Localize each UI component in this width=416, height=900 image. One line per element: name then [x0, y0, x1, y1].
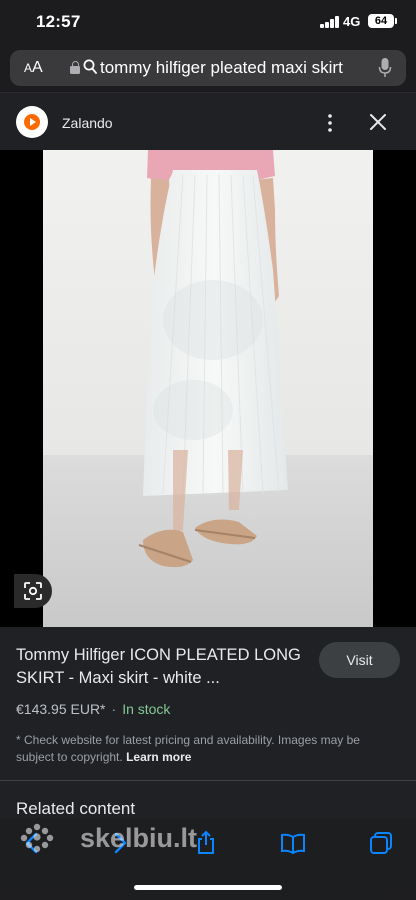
- stock-status: In stock: [122, 701, 171, 717]
- browser-toolbar: skelbiu.lt: [0, 818, 416, 900]
- bookmarks-icon[interactable]: [280, 830, 306, 856]
- close-icon[interactable]: [369, 113, 387, 131]
- product-price: €143.95 EUR*: [16, 701, 106, 717]
- signal-icon: [320, 16, 340, 28]
- watermark-text: skelbiu.lt: [80, 823, 198, 853]
- home-indicator[interactable]: [134, 885, 282, 890]
- visit-button[interactable]: Visit: [319, 642, 400, 678]
- status-time: 12:57: [36, 12, 81, 31]
- divider: [0, 780, 416, 781]
- learn-more-link[interactable]: Learn more: [126, 750, 191, 764]
- separator-dot: ·: [111, 701, 117, 717]
- search-query[interactable]: tommy hilfiger pleated maxi skirt: [100, 58, 343, 78]
- disclaimer: * Check website for latest pricing and a…: [16, 732, 376, 766]
- address-bar[interactable]: AA tommy hilfiger pleated maxi skirt: [10, 50, 406, 86]
- product-title[interactable]: Tommy Hilfiger ICON PLEATED LONG SKIRT -…: [16, 644, 311, 690]
- mic-icon[interactable]: [378, 57, 392, 79]
- browser-address-area: AA tommy hilfiger pleated maxi skirt: [0, 44, 416, 92]
- source-header: Zalando: [0, 92, 416, 150]
- source-name[interactable]: Zalando: [62, 115, 113, 131]
- search-icon: [83, 59, 97, 74]
- lock-icon: [70, 61, 80, 74]
- price-row: €143.95 EUR* · In stock: [16, 701, 170, 717]
- watermark-logo: [20, 823, 54, 853]
- tabs-icon[interactable]: [368, 830, 394, 856]
- image-viewer: [0, 150, 416, 627]
- watermark: skelbiu.lt: [20, 823, 197, 855]
- reader-settings-button[interactable]: AA: [24, 59, 43, 77]
- network-type: 4G: [343, 14, 361, 29]
- lens-button[interactable]: [14, 574, 52, 608]
- product-image[interactable]: [43, 150, 373, 627]
- battery-icon: 64: [368, 14, 397, 28]
- kebab-icon[interactable]: [322, 113, 338, 133]
- status-bar: 12:57 4G 64: [0, 0, 416, 44]
- zalando-logo: [16, 106, 48, 138]
- related-content-heading: Related content: [16, 799, 136, 818]
- lens-icon: [24, 582, 42, 600]
